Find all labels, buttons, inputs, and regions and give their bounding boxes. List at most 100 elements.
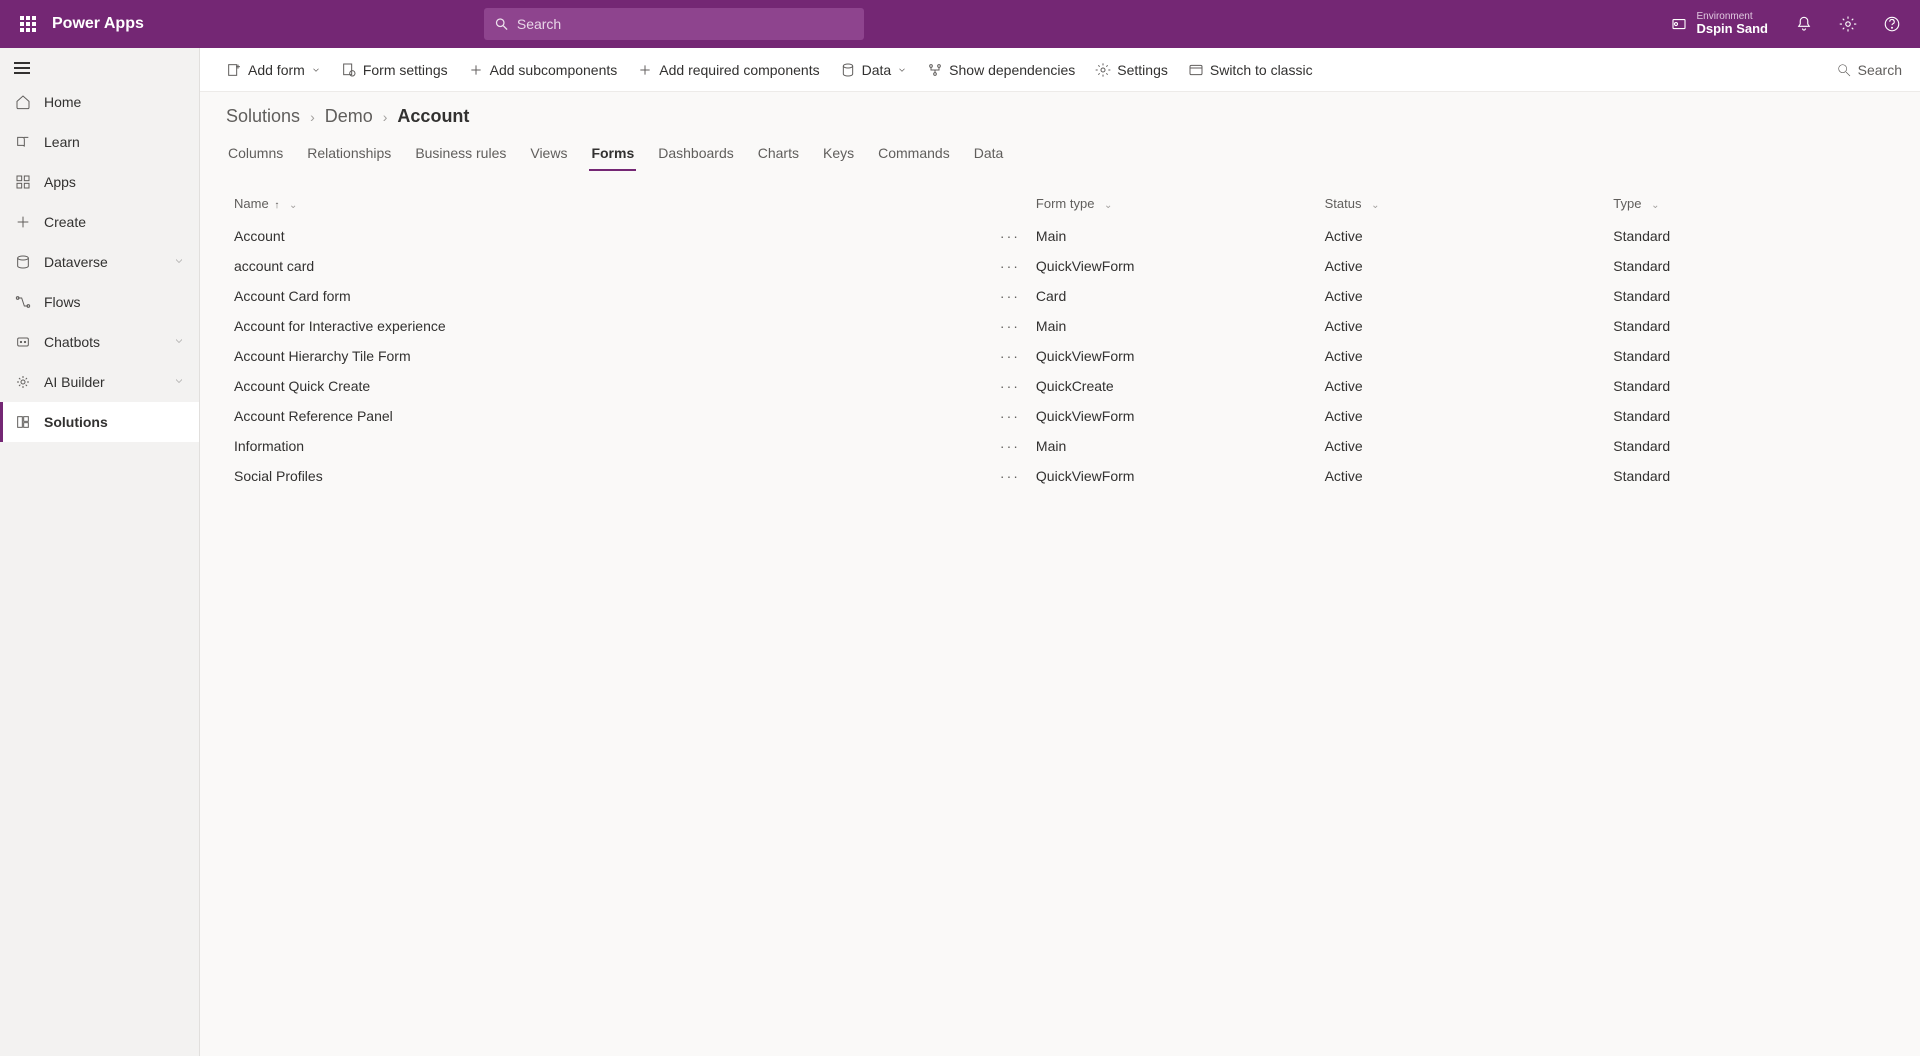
- main-content: Add form Form settings Add subcomponents…: [200, 48, 1920, 1056]
- breadcrumb-current: Account: [397, 106, 469, 127]
- breadcrumb-solutions[interactable]: Solutions: [226, 106, 300, 127]
- nav-label: Home: [44, 94, 81, 110]
- nav-ai-builder[interactable]: AI Builder: [0, 362, 199, 402]
- table-row[interactable]: Account Quick Create···QuickCreateActive…: [226, 371, 1894, 401]
- cell-name[interactable]: Account Hierarchy Tile Form: [226, 341, 964, 371]
- nav-learn[interactable]: Learn: [0, 122, 199, 162]
- collapse-nav-button[interactable]: [0, 54, 199, 82]
- row-more-button[interactable]: ···: [1000, 468, 1020, 484]
- nav-solutions[interactable]: Solutions: [0, 402, 199, 442]
- tab-relationships[interactable]: Relationships: [305, 139, 393, 171]
- nav-apps[interactable]: Apps: [0, 162, 199, 202]
- environment-name: Dspin Sand: [1696, 22, 1768, 36]
- notifications-button[interactable]: [1784, 0, 1824, 48]
- nav-dataverse[interactable]: Dataverse: [0, 242, 199, 282]
- waffle-icon: [20, 16, 36, 32]
- table-row[interactable]: Account Hierarchy Tile Form···QuickViewF…: [226, 341, 1894, 371]
- row-more-button[interactable]: ···: [1000, 408, 1020, 424]
- cmd-search-label: Search: [1858, 62, 1902, 78]
- cell-type: Standard: [1605, 221, 1894, 251]
- tab-data[interactable]: Data: [972, 139, 1006, 171]
- table-row[interactable]: Information···MainActiveStandard: [226, 431, 1894, 461]
- form-settings-button[interactable]: Form settings: [333, 56, 456, 84]
- command-search[interactable]: Search: [1836, 62, 1902, 78]
- tab-keys[interactable]: Keys: [821, 139, 856, 171]
- column-header-type[interactable]: Type ⌄: [1605, 186, 1894, 221]
- settings-button[interactable]: [1828, 0, 1868, 48]
- cell-status: Active: [1317, 251, 1606, 281]
- solutions-icon: [14, 413, 32, 431]
- data-icon: [840, 62, 856, 78]
- row-more-button[interactable]: ···: [1000, 258, 1020, 274]
- table-row[interactable]: Social Profiles···QuickViewFormActiveSta…: [226, 461, 1894, 491]
- table-row[interactable]: account card···QuickViewFormActiveStanda…: [226, 251, 1894, 281]
- show-dependencies-button[interactable]: Show dependencies: [919, 56, 1083, 84]
- global-search-input[interactable]: [517, 16, 854, 32]
- cell-formtype: Main: [1028, 221, 1317, 251]
- table-row[interactable]: Account for Interactive experience ··· Mai…: [226, 311, 1894, 341]
- row-more-button[interactable]: ···: [1000, 438, 1020, 454]
- cell-name[interactable]: Social Profiles: [226, 461, 964, 491]
- cell-name[interactable]: Account Quick Create: [226, 371, 964, 401]
- tab-business-rules[interactable]: Business rules: [413, 139, 508, 171]
- row-more-button[interactable]: ···: [1000, 288, 1020, 304]
- chevron-down-icon: [173, 334, 185, 350]
- row-more-button[interactable]: ···: [1000, 348, 1020, 364]
- cmd-label: Settings: [1117, 62, 1168, 78]
- column-header-status[interactable]: Status ⌄: [1317, 186, 1606, 221]
- tab-forms[interactable]: Forms: [589, 139, 636, 171]
- column-header-name[interactable]: Name ↑ ⌄: [226, 186, 964, 221]
- global-search[interactable]: [484, 8, 864, 40]
- chevron-down-icon: ⌄: [289, 200, 297, 211]
- cell-name[interactable]: account card: [226, 251, 964, 281]
- form-settings-icon: [341, 62, 357, 78]
- chevron-down-icon: [311, 62, 321, 78]
- cell-name[interactable]: Account Reference Panel: [226, 401, 964, 431]
- cell-type: Standard: [1605, 341, 1894, 371]
- chevron-down-icon: [173, 254, 185, 270]
- column-header-formtype[interactable]: Form type ⌄: [1028, 186, 1317, 221]
- add-required-components-button[interactable]: Add required components: [629, 56, 827, 84]
- nav-label: Flows: [44, 294, 81, 310]
- cmd-label: Switch to classic: [1210, 62, 1313, 78]
- dataverse-icon: [14, 253, 32, 271]
- plus-icon: [14, 213, 32, 231]
- row-more-button[interactable]: ···: [1000, 228, 1020, 244]
- add-subcomponents-button[interactable]: Add subcomponents: [460, 56, 626, 84]
- add-form-button[interactable]: Add form: [218, 56, 329, 84]
- cell-formtype: Main: [1028, 311, 1317, 341]
- cell-formtype: QuickCreate: [1028, 371, 1317, 401]
- tab-dashboards[interactable]: Dashboards: [656, 139, 736, 171]
- chevron-down-icon: ⌄: [1104, 200, 1112, 211]
- nav-create[interactable]: Create: [0, 202, 199, 242]
- tab-commands[interactable]: Commands: [876, 139, 952, 171]
- cmd-label: Data: [862, 62, 892, 78]
- table-row[interactable]: Account···MainActiveStandard: [226, 221, 1894, 251]
- dependencies-icon: [927, 62, 943, 78]
- nav-chatbots[interactable]: Chatbots: [0, 322, 199, 362]
- cell-name[interactable]: Account for Interactive experience: [226, 311, 964, 341]
- cell-type: Standard: [1605, 371, 1894, 401]
- tab-views[interactable]: Views: [528, 139, 569, 171]
- environment-picker[interactable]: Environment Dspin Sand: [1670, 11, 1768, 36]
- row-more-button[interactable]: ···: [1000, 378, 1020, 394]
- app-title: Power Apps: [52, 15, 144, 33]
- cell-name[interactable]: Account Card form: [226, 281, 964, 311]
- help-button[interactable]: [1872, 0, 1912, 48]
- app-launcher-button[interactable]: [8, 0, 48, 48]
- data-button[interactable]: Data: [832, 56, 916, 84]
- chevron-down-icon: ⌄: [1371, 200, 1379, 211]
- breadcrumb-demo[interactable]: Demo: [325, 106, 373, 127]
- tab-columns[interactable]: Columns: [226, 139, 285, 171]
- nav-flows[interactable]: Flows: [0, 282, 199, 322]
- cmd-settings-button[interactable]: Settings: [1087, 56, 1176, 84]
- cell-name[interactable]: Information: [226, 431, 964, 461]
- nav-home[interactable]: Home: [0, 82, 199, 122]
- table-row[interactable]: Account Card form···CardActiveStandard: [226, 281, 1894, 311]
- cell-name[interactable]: Account: [226, 221, 964, 251]
- table-row[interactable]: Account Reference Panel···QuickViewFormA…: [226, 401, 1894, 431]
- switch-classic-button[interactable]: Switch to classic: [1180, 56, 1321, 84]
- nav-label: Dataverse: [44, 254, 108, 270]
- row-more-button[interactable]: ···: [1000, 318, 1020, 334]
- tab-charts[interactable]: Charts: [756, 139, 801, 171]
